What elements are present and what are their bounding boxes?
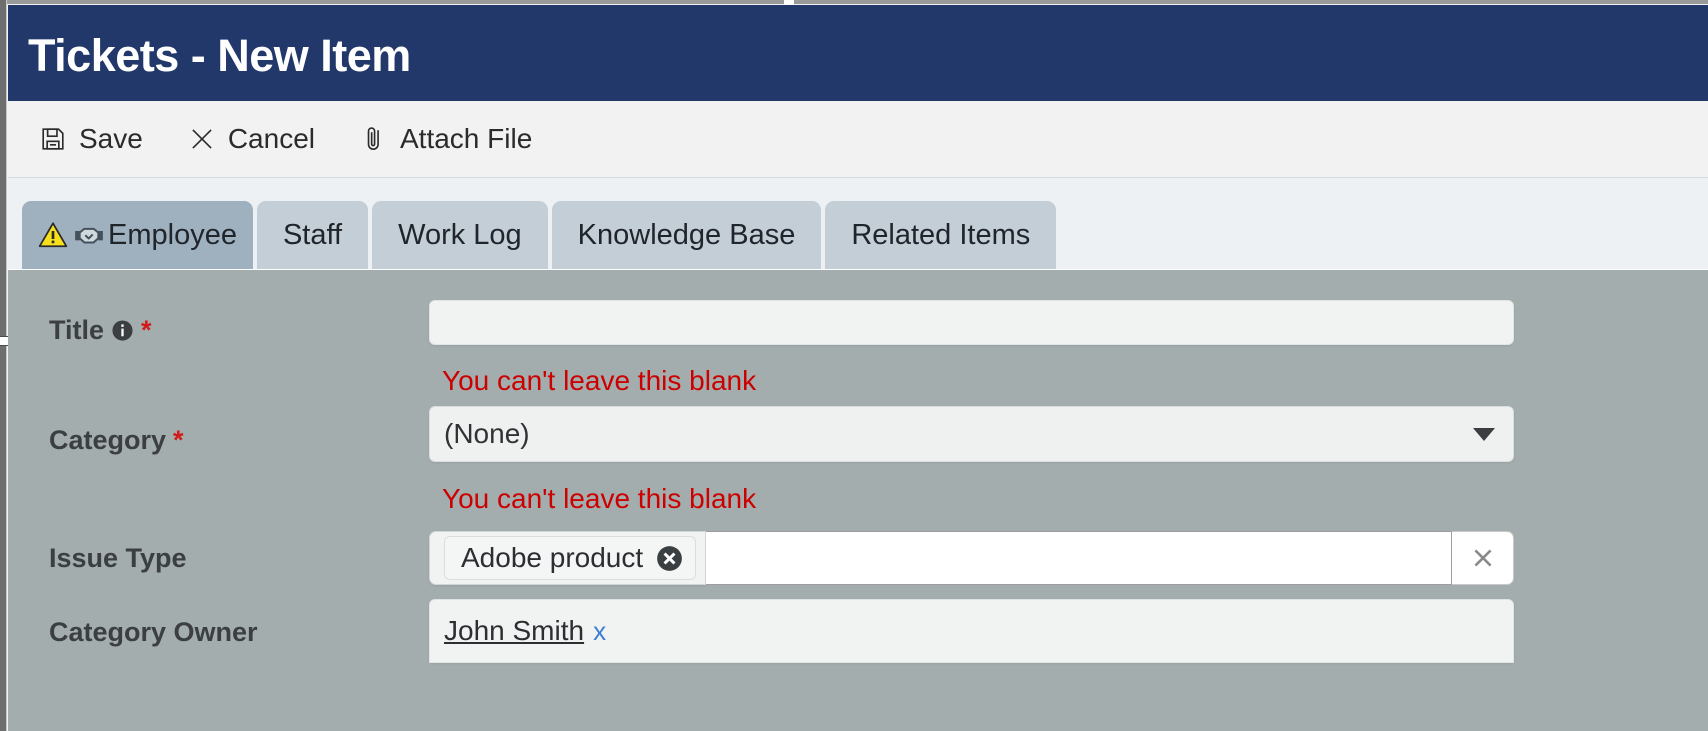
issue-type-token-box: Adobe product (429, 531, 707, 585)
tab-strip-container: Employee Staff Work Log Knowledge Base R… (8, 177, 1708, 269)
floppy-disk-icon (38, 124, 68, 154)
info-icon[interactable] (111, 319, 134, 342)
issue-type-label-text: Issue Type (49, 542, 187, 573)
save-button-label: Save (79, 123, 143, 154)
category-required-marker: * (173, 424, 184, 455)
tab-knowledge-base[interactable]: Knowledge Base (551, 201, 822, 269)
form-row-issue-type: Issue Type Adobe product (8, 528, 1708, 588)
tab-work-log[interactable]: Work Log (372, 201, 548, 269)
category-owner-label-text: Category Owner (49, 616, 258, 647)
attach-file-button[interactable]: Attach File (357, 119, 544, 159)
save-button[interactable]: Save (36, 119, 155, 159)
window-top-resize-handle[interactable] (784, 0, 794, 5)
category-select[interactable]: (None) (429, 406, 1514, 462)
issue-type-input[interactable] (706, 531, 1452, 585)
title-input[interactable] (429, 300, 1514, 345)
category-owner-wrapper: John Smith x (429, 599, 1514, 663)
application-window: Tickets - New Item Save Cancel Attach Fi… (0, 0, 1708, 731)
title-input-wrapper (429, 300, 1514, 345)
tab-knowledge-base-label: Knowledge Base (577, 218, 796, 251)
title-validation-message: You can't leave this blank (442, 365, 757, 396)
issue-type-token[interactable]: Adobe product (444, 536, 697, 580)
attach-file-button-label: Attach File (400, 123, 533, 154)
window-top-border (0, 0, 1708, 4)
category-validation-message: You can't leave this blank (442, 483, 757, 514)
form-panel: Title * You can't leave this blank Categ… (8, 269, 1708, 731)
tab-employee[interactable]: Employee (22, 201, 253, 269)
category-owner-person-field[interactable]: John Smith x (429, 599, 1514, 663)
window-left-border (0, 0, 7, 731)
tab-staff[interactable]: Staff (256, 201, 369, 269)
warning-triangle-icon (36, 218, 70, 252)
tab-staff-label: Staff (282, 218, 343, 251)
category-owner-remove-link[interactable]: x (593, 616, 606, 647)
tab-employee-label: Employee (108, 218, 237, 251)
issue-type-field-label: Issue Type (49, 528, 187, 588)
title-required-marker: * (141, 314, 152, 345)
handshake-icon (72, 218, 106, 252)
issue-type-clear-button[interactable] (1452, 531, 1514, 585)
window-left-resize-handle[interactable] (0, 336, 8, 346)
paperclip-icon (359, 124, 389, 154)
issue-type-token-picker: Adobe product (429, 531, 1514, 585)
tab-work-log-label: Work Log (398, 218, 522, 251)
category-field-label: Category * (49, 410, 184, 470)
category-select-wrapper: (None) (429, 406, 1514, 462)
x-close-icon (187, 124, 217, 154)
tab-strip: Employee Staff Work Log Knowledge Base R… (22, 201, 1060, 269)
issue-type-token-label: Adobe product (461, 542, 644, 573)
category-owner-field-label: Category Owner (49, 602, 258, 662)
token-remove-icon[interactable] (656, 545, 683, 572)
command-toolbar: Save Cancel Attach File (8, 101, 1708, 177)
cancel-button[interactable]: Cancel (185, 119, 327, 159)
category-selected-value: (None) (444, 418, 530, 449)
tab-related-items[interactable]: Related Items (825, 201, 1057, 269)
chevron-down-icon (1473, 427, 1495, 441)
category-label-text: Category (49, 424, 167, 455)
page-header: Tickets - New Item (8, 5, 1708, 101)
title-label-text: Title (49, 314, 105, 345)
form-row-category: Category * (None) (8, 406, 1708, 470)
form-row-title: Title * (8, 300, 1708, 360)
issue-type-picker-wrapper: Adobe product (429, 531, 1514, 585)
cancel-button-label: Cancel (227, 123, 315, 154)
page-title: Tickets - New Item (28, 30, 411, 81)
tab-related-items-label: Related Items (851, 218, 1031, 251)
title-field-label: Title * (49, 300, 152, 360)
category-owner-person-name[interactable]: John Smith (444, 615, 584, 647)
form-row-category-owner: Category Owner John Smith x (8, 599, 1708, 663)
